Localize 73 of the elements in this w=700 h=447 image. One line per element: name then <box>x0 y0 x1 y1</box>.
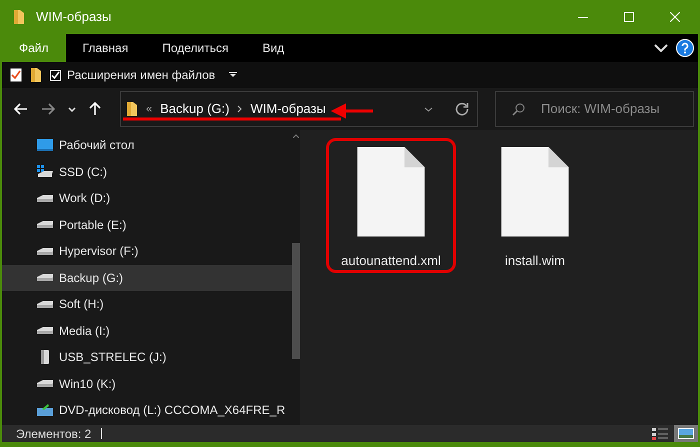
sidebar-item[interactable]: Рабочий стол <box>2 132 292 158</box>
breadcrumb-item[interactable]: Backup (G:) <box>160 99 230 119</box>
sidebar-item[interactable]: Work (D:) <box>2 185 292 212</box>
close-icon <box>670 12 680 22</box>
sidebar-item-label: Portable (E:) <box>59 216 126 234</box>
sidebar-item-label: Hypervisor (F:) <box>59 243 138 260</box>
sidebar-item-label: Backup (G:) <box>59 270 124 287</box>
back-arrow-icon[interactable] <box>14 103 28 115</box>
sidebar-item[interactable]: DVD-дисковод (L:) CCCOMA_X64FRE_R <box>2 397 292 424</box>
details-view-icon[interactable] <box>652 426 668 440</box>
dvd-drive-icon <box>36 403 54 418</box>
file-item[interactable]: install.wim <box>470 138 600 273</box>
refresh-icon[interactable] <box>455 102 469 116</box>
ribbon-tab[interactable]: Главная <box>66 34 146 62</box>
extensions-checkbox[interactable]: Расширения имен файлов <box>50 66 216 84</box>
sidebar-item[interactable]: Win10 (K:) <box>2 370 292 397</box>
item-count: Элементов: 2 <box>16 426 92 442</box>
drive-icon <box>36 194 54 203</box>
checkmark-icon <box>51 70 60 80</box>
minimize-icon <box>578 16 588 18</box>
sidebar-item-label: Win10 (K:) <box>59 376 116 393</box>
breadcrumb-separator-icon <box>237 105 242 113</box>
sidebar-item[interactable]: Portable (E:) <box>2 212 292 238</box>
folder-icon <box>126 101 138 117</box>
scroll-up-icon[interactable] <box>293 134 299 138</box>
overflow-chevron[interactable]: « <box>146 100 152 118</box>
drive-icon <box>36 326 54 336</box>
sidebar-item-label: USB_STRELEC (J:) <box>59 349 166 366</box>
file-icon <box>356 147 426 236</box>
new-folder-icon <box>30 67 42 83</box>
sidebar-item[interactable]: Soft (H:) <box>2 291 292 318</box>
sidebar-item[interactable]: Media (I:) <box>2 318 292 344</box>
sidebar-item[interactable]: SSD (C:) <box>2 158 292 185</box>
drive-icon <box>36 220 54 230</box>
maximize-icon <box>624 12 634 22</box>
drive-icon <box>36 273 54 282</box>
dropdown-icon[interactable] <box>229 72 238 78</box>
ribbon-tab[interactable]: Поделиться <box>145 34 246 62</box>
sidebar-item-label: Soft (H:) <box>59 296 104 314</box>
drive-icon <box>36 379 54 388</box>
ribbon-tab[interactable]: Файл <box>2 34 66 62</box>
sidebar-item[interactable]: Hypervisor (F:) <box>2 238 292 264</box>
search-input[interactable]: Поиск: WIM-образы <box>541 99 691 119</box>
window-title: WIM-образы <box>36 8 112 26</box>
sidebar-item[interactable]: Backup (G:) <box>2 264 292 291</box>
file-name: autounattend.xml <box>341 252 441 270</box>
large-icons-view-button[interactable] <box>674 425 698 442</box>
address-bar[interactable]: « Backup (G:) WIM-образы <box>120 91 478 127</box>
breadcrumb-item[interactable]: WIM-образы <box>250 99 326 119</box>
usb-drive-icon <box>40 349 50 366</box>
sidebar-item-label: SSD (C:) <box>59 164 107 181</box>
search-box[interactable]: Поиск: WIM-образы <box>495 91 694 127</box>
drive-icon <box>36 246 54 256</box>
desktop-icon <box>37 139 53 152</box>
file-name: install.wim <box>505 252 565 270</box>
up-arrow-icon[interactable] <box>89 102 101 116</box>
sidebar-item-label: Work (D:) <box>59 190 110 208</box>
picture-icon <box>678 428 694 439</box>
file-item[interactable]: autounattend.xml <box>326 138 456 273</box>
file-icon <box>500 147 570 236</box>
sidebar-item[interactable]: USB_STRELEC (J:) <box>2 344 292 370</box>
sidebar-item-label: Рабочий стол <box>59 137 134 154</box>
properties-icon[interactable] <box>10 68 22 82</box>
sidebar-item-label: Media (I:) <box>59 322 110 340</box>
forward-arrow-icon[interactable] <box>41 103 55 115</box>
system-drive-icon <box>36 164 54 179</box>
sidebar-item-label: DVD-дисковод (L:) CCCOMA_X64FRE_R <box>59 402 286 420</box>
chevron-down-icon[interactable] <box>424 106 433 112</box>
help-icon[interactable] <box>676 39 694 57</box>
ribbon-tab[interactable]: Вид <box>245 34 302 62</box>
drive-icon <box>36 300 54 309</box>
search-icon <box>512 102 525 116</box>
folder-icon <box>13 9 25 25</box>
